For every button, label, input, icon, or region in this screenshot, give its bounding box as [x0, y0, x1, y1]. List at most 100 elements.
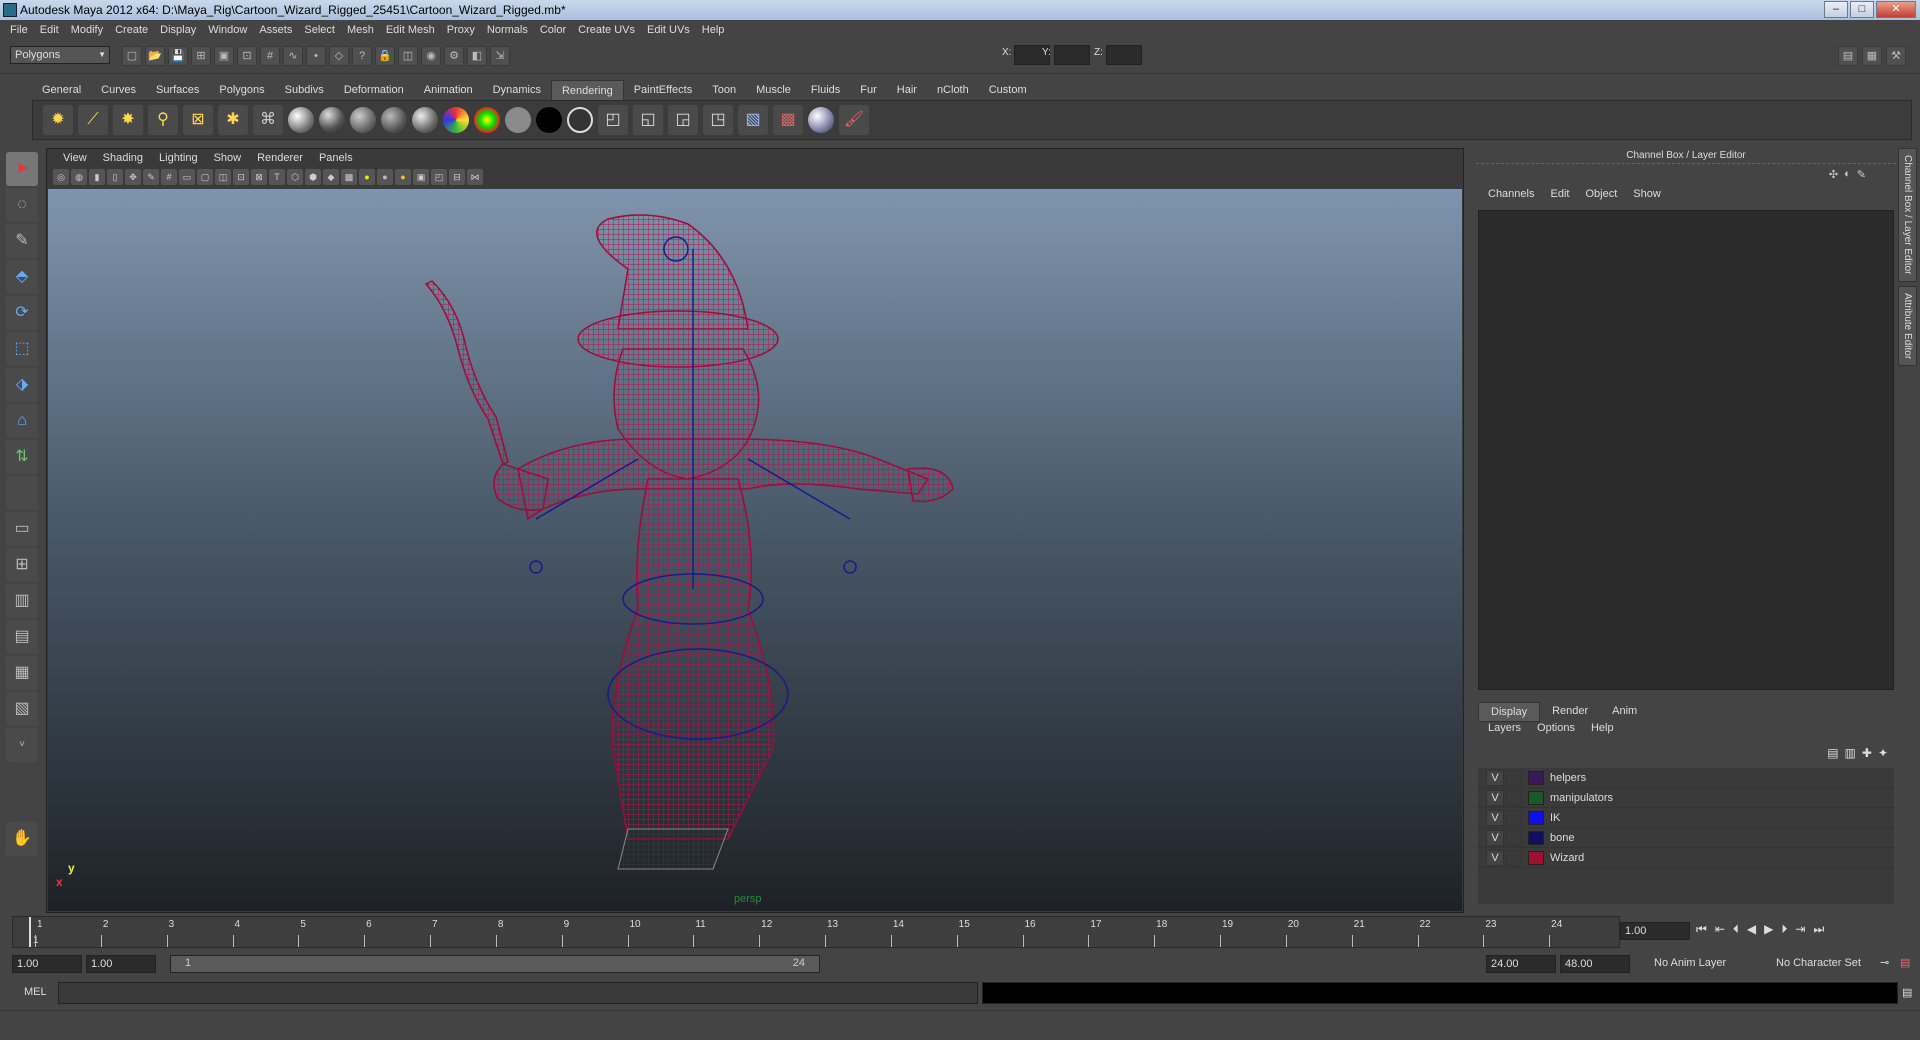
render-settings-icon[interactable]: ⚙	[444, 46, 464, 66]
command-language-label[interactable]: MEL	[24, 986, 47, 998]
default-material-icon[interactable]: ◆	[323, 169, 339, 185]
persp-graph-hypershade-layout-icon[interactable]: ▧	[6, 692, 38, 726]
menu-edit-mesh[interactable]: Edit Mesh	[380, 24, 441, 36]
layer-options-menu[interactable]: Options	[1529, 722, 1583, 734]
layer-row[interactable]: V helpers	[1478, 768, 1894, 788]
menu-edit[interactable]: Edit	[34, 24, 65, 36]
layer-color-swatch[interactable]	[1528, 810, 1544, 825]
hud-icon[interactable]: ⋈	[467, 169, 483, 185]
menu-create-uvs[interactable]: Create UVs	[572, 24, 641, 36]
gate-mask-icon[interactable]: ◫	[215, 169, 231, 185]
render-frame-icon[interactable]: ◫	[398, 46, 418, 66]
menu-window[interactable]: Window	[202, 24, 253, 36]
layer-tab-anim[interactable]: Anim	[1600, 702, 1650, 722]
render-view-icon[interactable]: ◰	[598, 105, 628, 135]
grease-pencil-icon[interactable]: ✎	[143, 169, 159, 185]
select-component-icon[interactable]: ⊡	[237, 46, 257, 66]
channel-edit-menu[interactable]: Edit	[1542, 188, 1577, 200]
channel-object-menu[interactable]: Object	[1577, 188, 1625, 200]
close-button[interactable]: ✕	[1876, 1, 1916, 18]
menu-assets[interactable]: Assets	[253, 24, 298, 36]
last-tool-icon[interactable]	[6, 476, 38, 510]
shelf-tab-ncloth[interactable]: nCloth	[926, 80, 979, 100]
animation-prefs-icon[interactable]: ▤	[1900, 956, 1910, 969]
shelf-tab-muscle[interactable]: Muscle	[746, 80, 801, 100]
camera-attributes-icon[interactable]: ◍	[71, 169, 87, 185]
shelf-tab-hair[interactable]: Hair	[886, 80, 927, 100]
layer-visibility-toggle[interactable]: V	[1486, 809, 1504, 826]
snap-grid-icon[interactable]: #	[260, 46, 280, 66]
bookmarks-icon[interactable]: ▮	[89, 169, 105, 185]
safe-title-icon[interactable]: T	[269, 169, 285, 185]
channel-box-icon-b[interactable]: ◐	[1844, 168, 1851, 181]
volume-light-icon[interactable]: ✱	[218, 105, 248, 135]
new-layer-selected-icon[interactable]: ✦	[1878, 746, 1888, 760]
minimize-button[interactable]: –	[1824, 1, 1848, 18]
ambient-light-icon[interactable]: ✹	[43, 105, 73, 135]
show-manipulator-icon[interactable]: ⇅	[6, 440, 38, 474]
blinn-material-icon[interactable]	[288, 107, 314, 133]
z-input[interactable]	[1106, 45, 1142, 65]
tool-settings-toggle-icon[interactable]: ⚒	[1886, 46, 1906, 66]
shelf-tab-rendering[interactable]: Rendering	[550, 80, 624, 100]
layer-visibility-toggle[interactable]: V	[1486, 769, 1504, 786]
select-hierarchy-icon[interactable]: ⊞	[191, 46, 211, 66]
layer-playback-toggle[interactable]	[1506, 769, 1522, 786]
character-set-selector[interactable]: No Character Set	[1772, 955, 1876, 973]
go-to-end-icon[interactable]: ⏭	[1813, 922, 1824, 937]
menu-create[interactable]: Create	[109, 24, 154, 36]
toolbox-options-icon[interactable]: ˅	[6, 728, 38, 762]
save-scene-icon[interactable]: 💾	[168, 46, 188, 66]
phong-material-icon[interactable]	[350, 107, 376, 133]
camera-icon[interactable]: ⌘	[253, 105, 283, 135]
step-back-frame-icon[interactable]: ⏴	[1733, 922, 1739, 937]
shelf-tab-deformation[interactable]: Deformation	[333, 80, 414, 100]
anisotropic-material-icon[interactable]	[412, 107, 438, 133]
panel-menu-show[interactable]: Show	[206, 152, 250, 164]
shelf-tab-curves[interactable]: Curves	[91, 80, 146, 100]
input-ops-icon[interactable]: ⇲	[490, 46, 510, 66]
y-input[interactable]	[1054, 45, 1090, 65]
command-input[interactable]	[58, 982, 978, 1004]
snap-plane-icon[interactable]: ◇	[329, 46, 349, 66]
paint-select-tool-icon[interactable]: ✎	[6, 224, 38, 258]
resolution-gate-icon[interactable]: ▢	[197, 169, 213, 185]
layer-visibility-toggle[interactable]: V	[1486, 849, 1504, 866]
lock-icon[interactable]: 🔒	[375, 46, 395, 66]
layered-shader-icon[interactable]	[443, 107, 469, 133]
field-chart-icon[interactable]: ⊡	[233, 169, 249, 185]
xray-joints-icon[interactable]: ⊟	[449, 169, 465, 185]
panel-menu-renderer[interactable]: Renderer	[249, 152, 311, 164]
time-slider[interactable]: 1 12345678910111213141516171819202122232…	[12, 916, 1620, 948]
channel-box-area[interactable]	[1478, 210, 1894, 690]
move-tool-icon[interactable]: ⬘	[6, 260, 38, 294]
perspective-view[interactable]: x y persp	[48, 189, 1462, 911]
two-d-pan-icon[interactable]: ✥	[125, 169, 141, 185]
panel-menu-view[interactable]: View	[55, 152, 95, 164]
smooth-shade-icon[interactable]: ⬢	[305, 169, 321, 185]
playback-start-field[interactable]: 1.00	[86, 955, 156, 973]
film-gate-icon[interactable]: ▭	[179, 169, 195, 185]
lasso-tool-icon[interactable]: ◌	[6, 188, 38, 222]
layer-move-down-icon[interactable]: ▥	[1845, 746, 1856, 760]
layer-playback-toggle[interactable]	[1506, 789, 1522, 806]
layer-color-swatch[interactable]	[1528, 770, 1544, 785]
menu-help[interactable]: Help	[696, 24, 731, 36]
layer-playback-toggle[interactable]	[1506, 809, 1522, 826]
time-cursor[interactable]	[29, 917, 31, 947]
layer-playback-toggle[interactable]	[1506, 849, 1522, 866]
wireframe-icon[interactable]: ⬡	[287, 169, 303, 185]
auto-key-icon[interactable]: ⊸	[1880, 956, 1889, 969]
maximize-button[interactable]: □	[1850, 1, 1874, 18]
hypershade-shelf-icon[interactable]: ▧	[738, 105, 768, 135]
script-editor-button-icon[interactable]: ▤	[1902, 986, 1912, 999]
outliner-persp-layout-icon[interactable]: ▥	[6, 584, 38, 618]
hypershade-persp-layout-icon[interactable]: ▦	[6, 656, 38, 690]
shelf-tab-custom[interactable]: Custom	[978, 80, 1037, 100]
four-view-layout-icon[interactable]: ⊞	[6, 548, 38, 582]
go-to-start-icon[interactable]: ⏮	[1696, 922, 1707, 937]
select-object-icon[interactable]: ▣	[214, 46, 234, 66]
shelf-tab-fluids[interactable]: Fluids	[800, 80, 851, 100]
playback-end-field[interactable]: 24.00	[1486, 955, 1556, 973]
select-camera-icon[interactable]: ◎	[53, 169, 69, 185]
